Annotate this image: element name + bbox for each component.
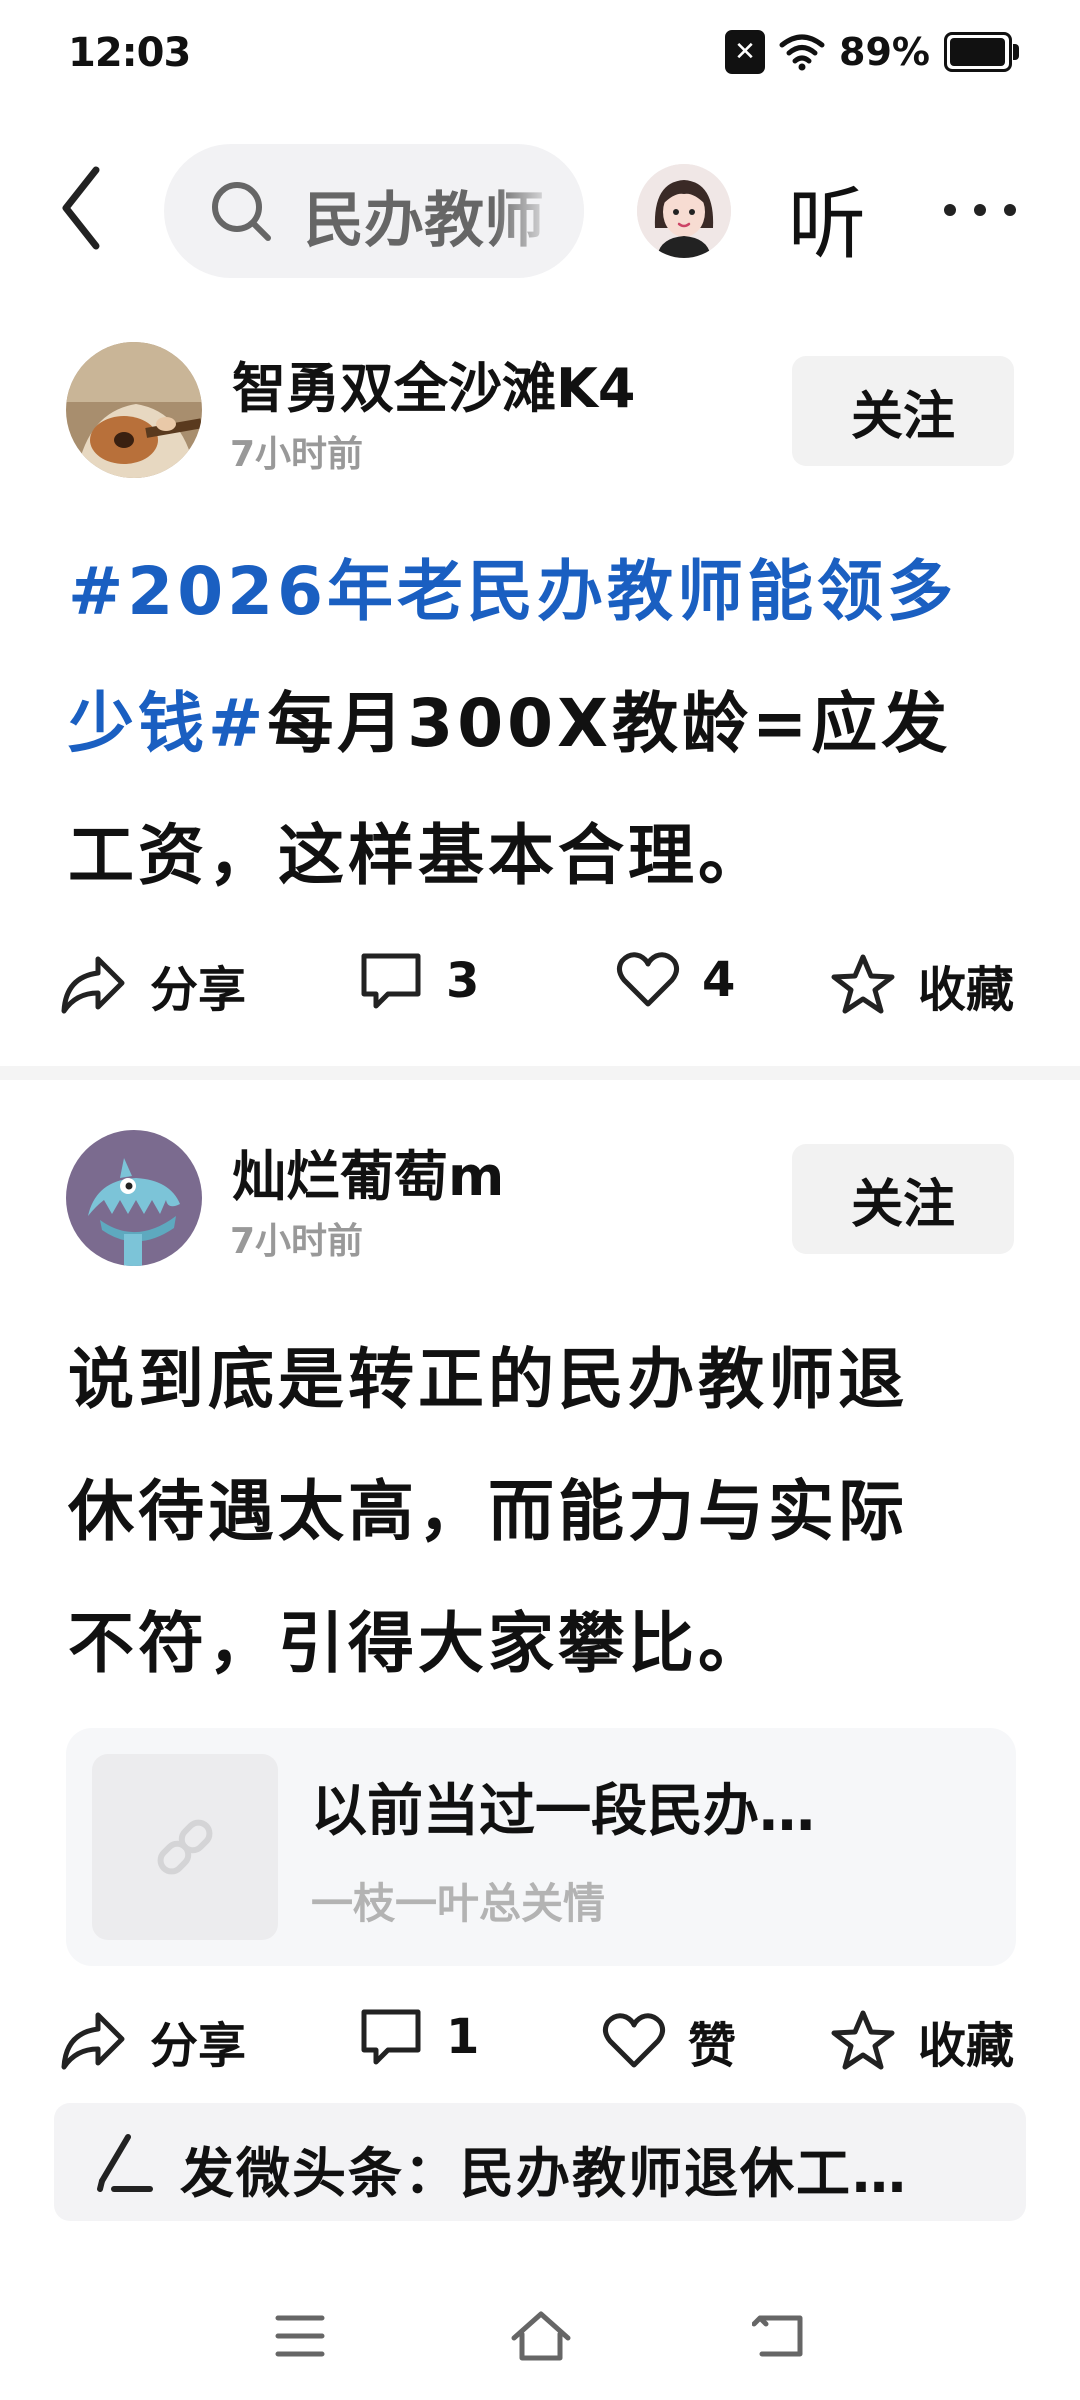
share-label: 分享 xyxy=(150,2018,247,2074)
share-label: 分享 xyxy=(150,962,247,1018)
star-icon xyxy=(831,2010,895,2070)
battery-cap xyxy=(1013,44,1019,60)
search-box[interactable]: 民办教师 xyxy=(164,144,584,278)
menu-icon xyxy=(275,2315,325,2357)
wifi-icon xyxy=(779,34,825,71)
comment-icon xyxy=(361,953,421,1009)
like-label: 赞 xyxy=(688,2018,737,2074)
comment-button[interactable]: 1 xyxy=(358,2006,479,2068)
post-divider xyxy=(0,1066,1080,1080)
status-bar: 12:03 ✕ 89% xyxy=(0,0,1080,120)
post-body[interactable]: 说到底是转正的民办教师退 休待遇太高，而能力与实际 不符，引得大家攀比。 xyxy=(68,1314,1028,1710)
monster-cartoon-avatar xyxy=(66,1130,202,1266)
like-count: 4 xyxy=(702,952,736,1008)
post-line: 说到底是转正的民办教师退 xyxy=(68,1341,908,1418)
follow-button[interactable]: 关注 xyxy=(792,1144,1014,1254)
post-time: 7小时前 xyxy=(230,1221,364,1262)
link-title: 以前当过一段民办… xyxy=(311,1779,815,1844)
no-sim-icon: ✕ xyxy=(725,30,766,74)
heart-icon xyxy=(602,2013,666,2068)
status-icons: ✕ 89% xyxy=(725,30,1019,74)
follow-button[interactable]: 关注 xyxy=(792,356,1014,466)
post-line: 工资，这样基本合理。 xyxy=(68,817,768,894)
avatar-icon xyxy=(637,164,731,258)
share-icon xyxy=(61,2012,125,2070)
star-icon xyxy=(831,954,895,1014)
post-body[interactable]: #2026年老民办教师能领多 少钱#每月300X教龄=应发 工资，这样基本合理。 xyxy=(68,526,1028,922)
heart-icon xyxy=(616,952,680,1007)
guitar-photo-avatar xyxy=(66,342,202,478)
post-line: 不符，引得大家攀比。 xyxy=(68,1605,768,1682)
link-card[interactable]: 以前当过一段民办… 一枝一叶总关情 xyxy=(66,1728,1016,1966)
hashtag-link[interactable]: 少钱# xyxy=(68,685,267,762)
like-button[interactable]: 赞 xyxy=(602,2006,736,2076)
more-button[interactable] xyxy=(940,200,1020,224)
comment-icon xyxy=(361,2009,421,2065)
search-fade xyxy=(494,144,584,278)
home-icon xyxy=(511,2311,571,2361)
battery-icon xyxy=(944,32,1019,72)
nav-back-button[interactable] xyxy=(751,2310,808,2366)
post-line: 休待遇太高，而能力与实际 xyxy=(68,1473,908,1550)
status-time: 12:03 xyxy=(68,30,191,76)
user-avatar[interactable] xyxy=(637,164,731,258)
share-icon xyxy=(61,956,125,1014)
collect-button[interactable]: 收藏 xyxy=(830,950,1014,1020)
author-name[interactable]: 灿烂葡萄m xyxy=(232,1132,504,1211)
pen-icon xyxy=(97,2134,153,2192)
author-avatar[interactable] xyxy=(66,342,202,478)
listen-button[interactable]: 听 xyxy=(788,162,866,274)
compose-text: 发微头条：民办教师退休工… xyxy=(180,2142,908,2205)
collect-button[interactable]: 收藏 xyxy=(830,2006,1014,2076)
return-icon xyxy=(751,2315,803,2357)
post-text: 每月300X教龄=应发 xyxy=(267,685,952,762)
nav-menu-button[interactable] xyxy=(272,2310,328,2366)
battery-fill xyxy=(950,38,1006,66)
comment-count: 3 xyxy=(446,953,480,1009)
compose-bar[interactable]: 发微头条：民办教师退休工… xyxy=(54,2103,1026,2221)
nav-home-button[interactable] xyxy=(510,2310,572,2366)
author-avatar[interactable] xyxy=(66,1130,202,1266)
collect-label: 收藏 xyxy=(918,2018,1015,2074)
like-button[interactable]: 4 xyxy=(616,950,735,1010)
collect-label: 收藏 xyxy=(918,962,1015,1018)
author-name[interactable]: 智勇双全沙滩K4 xyxy=(232,344,635,423)
back-arrow-icon xyxy=(62,166,100,250)
share-button[interactable]: 分享 xyxy=(58,2006,246,2076)
search-icon xyxy=(212,182,271,241)
more-icon xyxy=(944,204,1016,216)
post-line: 少钱#每月300X教龄=应发 xyxy=(68,658,1028,790)
hashtag-link[interactable]: #2026年老民办教师能领多 xyxy=(68,553,957,630)
link-icon xyxy=(157,1819,213,1875)
comment-button[interactable]: 3 xyxy=(358,950,479,1012)
post-time: 7小时前 xyxy=(230,434,364,475)
post-line: #2026年老民办教师能领多 xyxy=(68,526,1028,658)
comment-count: 1 xyxy=(446,2009,480,2065)
link-source: 一枝一叶总关情 xyxy=(311,1879,606,1928)
link-thumbnail xyxy=(92,1754,278,1940)
battery-percent: 89% xyxy=(839,30,930,74)
back-button[interactable] xyxy=(48,158,118,258)
share-button[interactable]: 分享 xyxy=(58,950,246,1020)
